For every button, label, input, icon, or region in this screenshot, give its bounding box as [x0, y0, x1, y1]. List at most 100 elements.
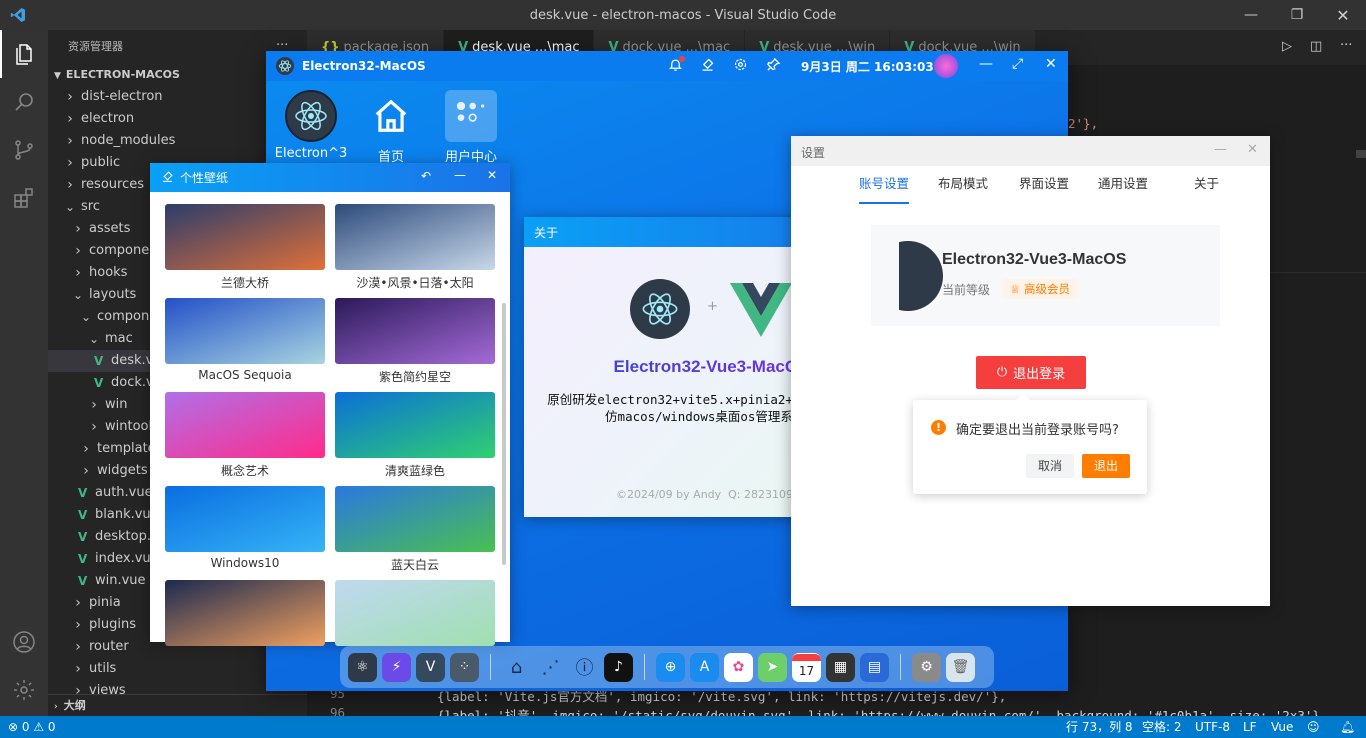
wallpaper-thumbnail[interactable]	[335, 486, 495, 552]
tree-item-label: auth.vue	[95, 485, 153, 500]
project-name: ELECTRON-MACOS	[65, 68, 180, 81]
encoding[interactable]: UTF-8	[1195, 716, 1230, 738]
reset-icon[interactable]: ↶	[421, 169, 431, 183]
pin-icon[interactable]	[766, 57, 781, 75]
chevron-right-icon: ›	[75, 265, 81, 281]
user-avatar[interactable]	[934, 54, 958, 78]
wallpaper-thumbnail[interactable]	[165, 204, 325, 270]
logout-label: 退出登录	[1013, 367, 1066, 382]
desktop-icon-home[interactable]: 首页	[351, 90, 431, 165]
outline-section[interactable]: › 大纲	[48, 694, 307, 716]
wallpaper-label: 概念艺术	[220, 464, 269, 478]
account-icon[interactable]	[0, 618, 48, 666]
confirm-text: 确定要退出当前登录账号吗?	[956, 423, 1119, 438]
wallpaper-thumbnail[interactable]	[165, 298, 325, 364]
wallpaper-title: 个性壁纸	[180, 171, 229, 185]
eol[interactable]: LF	[1243, 716, 1257, 738]
logout-button[interactable]: ⏻ 退出登录	[976, 356, 1086, 389]
wallpaper-minimize-icon[interactable]: —	[454, 168, 466, 182]
tiktok-icon[interactable]: ♪	[604, 652, 633, 682]
explorer-icon[interactable]	[0, 30, 48, 78]
safari-icon[interactable]: ⊕	[656, 652, 685, 682]
wallpaper-thumbnail[interactable]	[335, 204, 495, 270]
photos-icon[interactable]: ✿	[724, 652, 753, 682]
apps-icon[interactable]: ⁘	[450, 652, 479, 682]
chevron-down-icon: ⌄	[88, 332, 100, 346]
split-editor-icon[interactable]: ◫	[1310, 39, 1322, 54]
vite-icon[interactable]: ⚡	[382, 652, 411, 682]
settings-gear-icon[interactable]	[733, 57, 748, 75]
settings-tab[interactable]: 布局模式	[938, 174, 988, 204]
info-icon[interactable]: ⓘ	[570, 653, 599, 682]
search-icon[interactable]	[0, 78, 48, 126]
calendar-icon[interactable]: 17	[792, 652, 821, 682]
wallpaper-scrollbar[interactable]	[502, 303, 506, 565]
wallpaper-thumbnail[interactable]	[335, 298, 495, 364]
wallpaper-label: 蓝天白云	[390, 558, 439, 572]
feedback-icon[interactable]: ☺	[1307, 716, 1320, 738]
wallpaper-window: 个性壁纸 ↶ — ✕ 兰德大桥 沙漠•风景•日落•太阳 MacOS Sequoia 紫…	[150, 163, 510, 646]
warning-count: 0	[47, 720, 56, 734]
notifications-icon[interactable]: 🔔︎	[1340, 716, 1355, 738]
appstore-icon[interactable]: A	[690, 652, 719, 682]
minimap-slider[interactable]	[1356, 150, 1366, 158]
trash-icon[interactable]: 🗑︎	[946, 652, 975, 682]
datetime[interactable]: 9月3日 周二 16:03:03	[801, 58, 934, 75]
widgets-icon[interactable]: ▤	[860, 652, 889, 682]
tree-item-label: hooks	[89, 265, 128, 280]
minimize-icon[interactable]: —	[1228, 0, 1274, 30]
app-maximize-icon[interactable]: ⤢	[1012, 56, 1023, 72]
wallpaper-close-icon[interactable]: ✕	[487, 168, 497, 182]
close-icon[interactable]: ✕	[1320, 0, 1366, 30]
electron-icon[interactable]: ⚛	[348, 652, 377, 682]
tree-item-label: layouts	[89, 287, 137, 302]
cursor-position[interactable]: 行 73，列 8	[1066, 716, 1133, 738]
vue-file-icon: V	[78, 530, 88, 544]
settings-icon[interactable]: ⚙	[912, 652, 941, 682]
wallpaper-thumbnail[interactable]	[165, 392, 325, 458]
settings-tab[interactable]: 通用设置	[1098, 174, 1148, 204]
tree-item-label: template	[97, 441, 156, 456]
extensions-icon[interactable]	[0, 174, 48, 222]
notification-bell-icon[interactable]	[668, 56, 685, 75]
chevron-right-icon: ›	[75, 661, 81, 677]
language-mode[interactable]: Vue	[1271, 716, 1293, 738]
user-center-icon	[445, 90, 497, 142]
restore-icon[interactable]: ❐	[1274, 0, 1320, 30]
manage-gear-icon[interactable]	[0, 666, 48, 714]
chevron-down-icon: ⌄	[80, 310, 92, 324]
app-close-icon[interactable]: ✕	[1045, 56, 1057, 72]
settings-minimize-icon[interactable]: —	[1214, 142, 1227, 157]
wallpaper-thumbnail[interactable]	[165, 486, 325, 552]
run-icon[interactable]: ▷	[1282, 39, 1292, 54]
wallpaper-thumbnail[interactable]	[165, 580, 325, 646]
cancel-button[interactable]: 取消	[1026, 454, 1074, 478]
source-control-icon[interactable]	[0, 126, 48, 174]
settings-tab[interactable]: 账号设置	[859, 174, 910, 204]
home-icon	[365, 90, 417, 142]
settings-close-icon[interactable]: ✕	[1247, 142, 1258, 157]
wallpaper-thumbnail[interactable]	[335, 580, 495, 646]
desktop-icon-user-center[interactable]: 用户中心	[431, 90, 511, 165]
problems-indicator[interactable]: ⊗ 0 ⚠ 0	[8, 716, 56, 738]
indentation[interactable]: 空格: 2	[1142, 716, 1182, 738]
theme-brush-icon[interactable]	[700, 57, 715, 75]
desktop-icon-label: Electron^3	[274, 146, 348, 161]
home-icon[interactable]: ⌂	[502, 653, 531, 682]
chart-icon[interactable]: ⋰	[536, 653, 565, 682]
tree-item-label: mac	[105, 331, 133, 346]
vue-icon[interactable]: V	[416, 652, 445, 682]
wallpaper-titlebar: 个性壁纸 ↶ — ✕	[150, 163, 510, 192]
calculator-icon[interactable]: ▦	[826, 652, 855, 682]
wallpaper-thumbnail[interactable]	[335, 392, 495, 458]
settings-tab[interactable]: 关于	[1194, 174, 1219, 204]
tree-item-label: dist-electron	[81, 89, 163, 104]
settings-tab[interactable]: 界面设置	[1019, 174, 1069, 204]
more-icon[interactable]: ···	[1340, 38, 1352, 53]
desktop-icon-electron[interactable]: Electron^3	[271, 90, 351, 161]
logout-confirm-popover: ! 确定要退出当前登录账号吗? 取消 退出	[913, 392, 1147, 494]
app-minimize-icon[interactable]: —	[979, 56, 993, 72]
wallpaper-label: 清爽蓝绿色	[384, 464, 445, 478]
confirm-logout-button[interactable]: 退出	[1082, 454, 1130, 478]
maps-icon[interactable]: ➤	[758, 652, 787, 682]
